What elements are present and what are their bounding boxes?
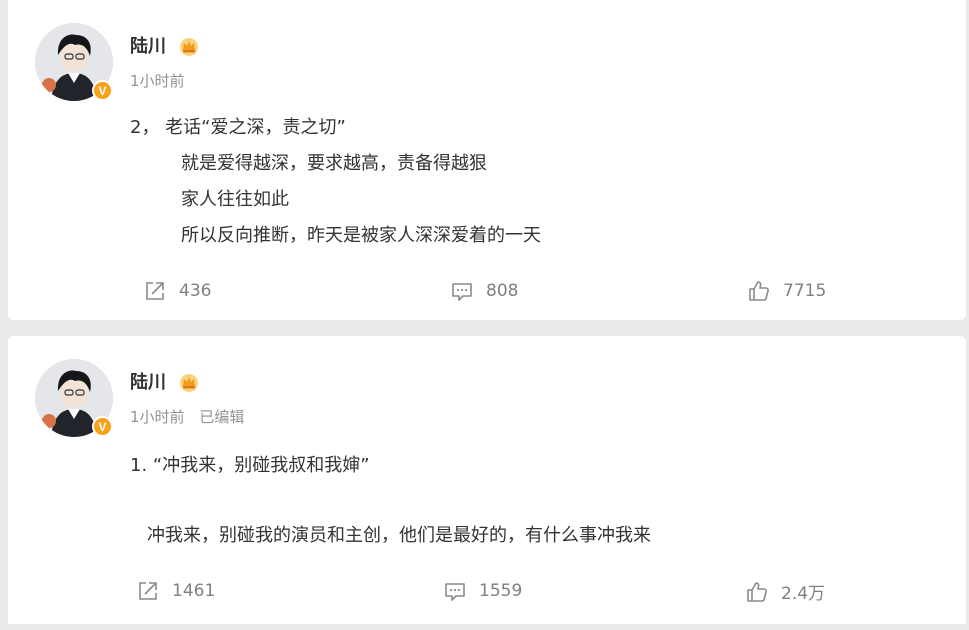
author-name[interactable]: 陆川 (130, 32, 166, 58)
thumbs-up-icon (747, 581, 767, 602)
post-meta: 1小时前 (130, 70, 195, 91)
share-count: 436 (179, 281, 212, 301)
post-card: V 陆川 1小时前 2， 老话“爱之深，责之切” 就是爱得越深，要求越高，责备得… (8, 0, 966, 320)
verified-badge: V (92, 416, 113, 437)
comment-icon (452, 283, 472, 301)
like-count: 2.4万 (781, 584, 826, 604)
comment-icon (445, 583, 465, 601)
comment-count: 1559 (479, 581, 523, 601)
post-time[interactable]: 1小时前 (130, 72, 185, 90)
comment-count: 808 (486, 281, 519, 301)
crown-badge-icon[interactable] (178, 35, 200, 57)
share-icon (139, 582, 157, 600)
like-button[interactable]: 7715 (747, 279, 826, 303)
share-icon (146, 282, 164, 300)
comment-button[interactable]: 808 (450, 279, 518, 303)
post-text-line: 就是爱得越深，要求越高，责备得越狠 (181, 153, 487, 174)
comment-button[interactable]: 1559 (443, 579, 522, 603)
share-button[interactable]: 1461 (136, 579, 215, 603)
post-text-line: 家人往往如此 (181, 189, 289, 210)
post-text-line: 所以反向推断，昨天是被家人深深爱着的一天 (181, 225, 541, 246)
share-button[interactable]: 436 (143, 279, 211, 303)
post-card: V 陆川 1小时前 已编辑 1. “冲我来，别碰我叔和我婶” 冲我来，别碰我的演… (8, 336, 966, 624)
like-count: 7715 (783, 281, 827, 301)
post-time[interactable]: 1小时前 (130, 408, 185, 426)
like-button[interactable]: 2.4万 (745, 579, 825, 604)
verified-badge: V (92, 80, 113, 101)
post-text-line: 2， 老话“爱之深，责之切” (130, 117, 346, 138)
author-name[interactable]: 陆川 (130, 368, 166, 394)
crown-badge-icon[interactable] (178, 371, 200, 393)
post-meta: 1小时前 已编辑 (130, 406, 254, 427)
post-text-line: 1. “冲我来，别碰我叔和我婶” (130, 455, 370, 476)
post-text-line: 冲我来，别碰我的演员和主创，他们是最好的，有什么事冲我来 (147, 525, 651, 546)
edited-label[interactable]: 已编辑 (199, 408, 244, 426)
share-count: 1461 (172, 581, 216, 601)
thumbs-up-icon (749, 281, 769, 301)
